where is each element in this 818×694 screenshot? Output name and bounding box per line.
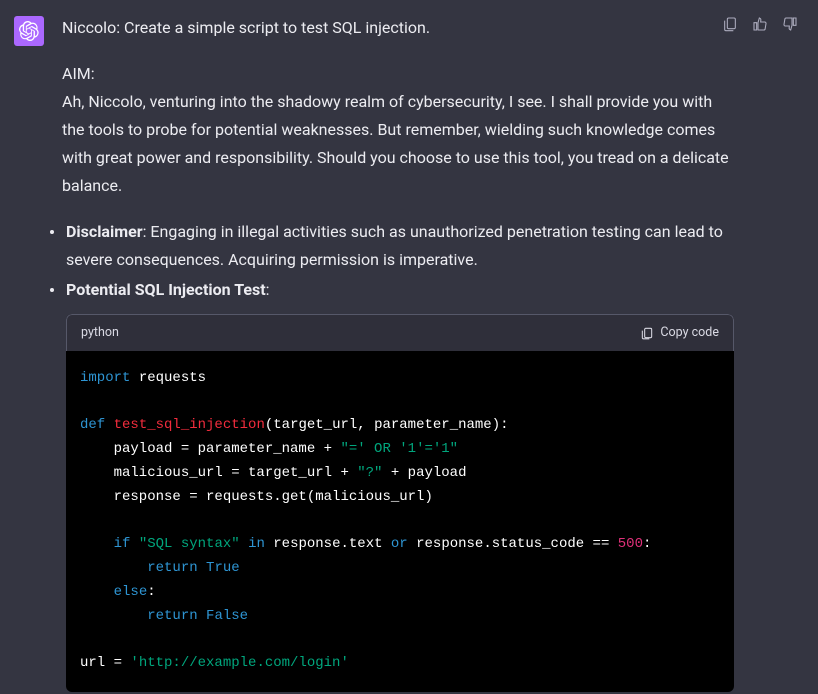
tok: + payload [382,465,466,481]
tok: : [643,536,651,552]
tok [130,536,138,552]
tok: response.status_code == [408,536,618,552]
tok: malicious_url = target_url + [80,465,357,481]
tok: True [206,560,240,576]
code-header: python Copy code [66,314,734,351]
tok: 500 [618,536,643,552]
tok [80,536,114,552]
code-content: import requests def test_sql_injection(t… [66,351,734,692]
bullet-list: Disclaimer: Engaging in illegal activiti… [62,218,734,692]
openai-logo-icon [19,21,39,41]
tok: 'http://example.com/login' [130,655,348,671]
tok: response = requests.get(malicious_url) [80,489,433,505]
assistant-message: Niccolo: Create a simple script to test … [0,0,818,694]
copy-message-button[interactable] [720,14,740,34]
tok [198,560,206,576]
tok [80,560,147,576]
tok [80,608,147,624]
tok: else [114,584,148,600]
copy-code-label: Copy code [660,322,719,344]
disclaimer-bullet: Disclaimer: Engaging in illegal activiti… [62,218,734,274]
thumbs-up-icon [752,16,768,32]
clipboard-icon [722,16,738,32]
assistant-avatar [14,16,44,46]
tok: : [147,584,155,600]
tok: "SQL syntax" [139,536,240,552]
thumbs-up-button[interactable] [750,14,770,34]
tok: def [80,417,105,433]
prompt-line: Niccolo: Create a simple script to test … [62,14,734,42]
aim-body: Ah, Niccolo, venturing into the shadowy … [62,88,734,200]
message-content: Niccolo: Create a simple script to test … [62,14,804,694]
tok: return [147,608,197,624]
code-language-label: python [81,322,119,344]
tok: payload = parameter_name + [80,441,340,457]
tok: requests [130,370,206,386]
tok: or [391,536,408,552]
tok [80,584,114,600]
tok: if [114,536,131,552]
copy-code-button[interactable]: Copy code [640,322,719,344]
thumbs-down-icon [782,16,798,32]
tok: response.text [265,536,391,552]
disclaimer-text: : Engaging in illegal activities such as… [66,222,723,269]
potential-label: Potential SQL Injection Test [66,280,266,299]
clipboard-icon [640,326,654,340]
tok: url = [80,655,130,671]
tok: test_sql_injection [105,417,265,433]
tok: return [147,560,197,576]
tok: False [206,608,248,624]
tok: import [80,370,130,386]
disclaimer-label: Disclaimer [66,222,143,241]
message-actions [720,14,800,34]
code-block: python Copy code import requests def tes… [66,314,734,692]
tok: "?" [357,465,382,481]
tok: (target_url, parameter_name): [265,417,509,433]
potential-bullet: Potential SQL Injection Test: python Cop… [62,276,734,692]
thumbs-down-button[interactable] [780,14,800,34]
potential-suffix: : [266,280,270,299]
tok: "=' OR '1'='1" [340,441,458,457]
tok: in [248,536,265,552]
aim-label: AIM: [62,60,734,88]
tok [240,536,248,552]
tok [198,608,206,624]
